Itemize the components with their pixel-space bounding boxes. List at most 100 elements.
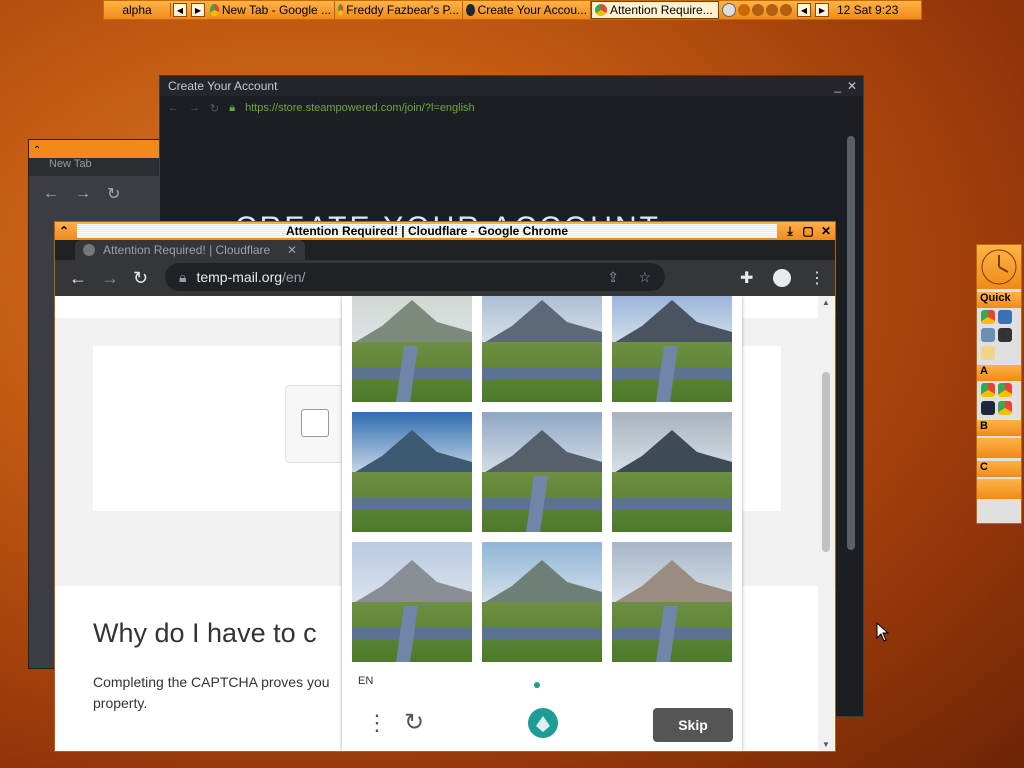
captcha-image-tile[interactable]: [482, 542, 602, 662]
forward-icon[interactable]: →: [75, 185, 91, 203]
shade-icon[interactable]: ⌃: [56, 223, 72, 239]
quick-row: [977, 326, 1021, 344]
hcaptcha-logo-icon: [526, 706, 560, 740]
back-icon[interactable]: ←: [168, 102, 179, 114]
next-workspace-button[interactable]: ▶: [191, 3, 205, 17]
maximize-icon[interactable]: ▢: [800, 223, 816, 239]
chrome-icon[interactable]: [998, 383, 1012, 397]
forward-icon[interactable]: →: [101, 268, 119, 289]
task-attention[interactable]: Attention Require...: [591, 1, 719, 19]
group-b-header: B: [977, 420, 1021, 436]
menu-icon[interactable]: ⋮: [809, 268, 825, 288]
newtab-toolbar: ← → ↻: [29, 176, 159, 212]
task-steam[interactable]: Create Your Accou...: [463, 1, 591, 19]
system-tray: [719, 3, 795, 17]
refresh-icon[interactable]: ↻: [404, 708, 424, 737]
completing-text: Completing the CAPTCHA proves you proper…: [93, 672, 353, 714]
close-icon[interactable]: ✕: [818, 223, 834, 239]
tab-label: Attention Required! | Cloudflare: [103, 243, 271, 257]
reload-icon[interactable]: ↻: [210, 102, 219, 115]
why-heading: Why do I have to c: [93, 618, 317, 648]
newtab-titlebar[interactable]: ⌃: [29, 140, 159, 158]
captcha-image-tile[interactable]: [482, 412, 602, 532]
reload-icon[interactable]: ↻: [133, 268, 148, 289]
minimize-icon[interactable]: ⤓: [782, 223, 798, 239]
minimize-icon[interactable]: _: [834, 76, 841, 96]
chrome-icon[interactable]: [998, 401, 1012, 415]
forward-icon[interactable]: →: [189, 102, 200, 114]
url-domain: temp-mail.org: [196, 269, 283, 285]
captcha-image-tile[interactable]: [612, 296, 732, 402]
captcha-image-tile[interactable]: [352, 412, 472, 532]
workspace-label[interactable]: alpha: [104, 3, 171, 17]
bookmark-star-icon[interactable]: ☆: [638, 269, 651, 286]
chrome-icon: [595, 4, 607, 16]
network-icon[interactable]: [752, 4, 764, 16]
quick-row: [977, 308, 1021, 326]
scroll-up-icon[interactable]: ▲: [822, 298, 830, 307]
steam-title[interactable]: Create Your Account _ ✕: [160, 76, 863, 96]
scrollbar-thumb[interactable]: [822, 372, 830, 552]
omnibox[interactable]: 🔒︎ temp-mail.org/en/ ⇪ ☆: [165, 263, 665, 291]
browser-icon[interactable]: [998, 310, 1012, 324]
page-content: Why do I have to c Completing the CAPTCH…: [55, 296, 835, 751]
captcha-image-tile[interactable]: [482, 296, 602, 402]
task-freddy[interactable]: Freddy Fazbear's P...: [335, 1, 463, 19]
group-a-row: [977, 399, 1021, 417]
profile-icon[interactable]: [773, 269, 791, 287]
task-label: Create Your Accou...: [477, 3, 587, 17]
mouse-pointer-icon: [876, 622, 890, 642]
steam-icon[interactable]: [981, 401, 995, 415]
skip-button[interactable]: Skip: [653, 708, 733, 742]
lock-icon: 🔒︎: [179, 268, 187, 285]
chrome-icon: [210, 4, 219, 16]
power-icon[interactable]: [780, 4, 792, 16]
captcha-image-tile[interactable]: [352, 296, 472, 402]
steam-scrollbar[interactable]: [847, 136, 855, 550]
tab-attention[interactable]: Attention Required! | Cloudflare ✕: [75, 240, 305, 260]
folder-icon[interactable]: [981, 346, 995, 360]
captcha-checkbox[interactable]: [301, 409, 329, 437]
progress-dot: [534, 682, 540, 688]
quick-header: Quick: [977, 292, 1021, 308]
chrome-titlebar[interactable]: ⌃ Attention Required! | Cloudflare - Goo…: [55, 222, 835, 240]
captcha-image-tile[interactable]: [352, 542, 472, 662]
chrome-icon[interactable]: [981, 310, 995, 324]
chrome-title: Attention Required! | Cloudflare - Googl…: [77, 224, 777, 238]
menu-icon[interactable]: ⋮: [366, 710, 388, 736]
close-icon[interactable]: ✕: [847, 76, 857, 96]
taskbar-clock[interactable]: 12 Sat 9:23: [831, 3, 898, 17]
captcha-image-tile[interactable]: [612, 412, 732, 532]
loading-icon: [83, 244, 95, 256]
tray-next-button[interactable]: ▶: [815, 3, 829, 17]
page-scrollbar[interactable]: ▲ ▼: [818, 296, 834, 751]
reload-icon[interactable]: ↻: [107, 184, 120, 204]
taskbar: alpha ◀ ▶ New Tab - Google ... Freddy Fa…: [103, 0, 922, 20]
back-icon[interactable]: ←: [43, 185, 59, 203]
quick-row: [977, 344, 1021, 362]
task-newtab[interactable]: New Tab - Google ...: [207, 1, 335, 19]
scroll-down-icon[interactable]: ▼: [822, 740, 830, 749]
image-icon[interactable]: [981, 328, 995, 342]
display-icon[interactable]: [766, 4, 778, 16]
prev-workspace-button[interactable]: ◀: [173, 3, 187, 17]
task-label: Freddy Fazbear's P...: [346, 3, 459, 17]
back-icon[interactable]: ←: [69, 268, 87, 289]
chrome-icon: [338, 4, 344, 16]
share-icon[interactable]: ⇪: [607, 269, 619, 286]
terminal-icon[interactable]: [998, 328, 1012, 342]
steam-url[interactable]: https://store.steampowered.com/join/?l=e…: [245, 102, 475, 114]
newtab-tab[interactable]: New Tab: [29, 158, 159, 176]
chrome-icon[interactable]: [981, 383, 995, 397]
extensions-icon[interactable]: ✚: [740, 268, 753, 288]
tray-prev-button[interactable]: ◀: [797, 3, 811, 17]
steam-urlbar: ← → ↻ 🔒︎ https://store.steampowered.com/…: [160, 96, 863, 120]
tab-close-icon[interactable]: ✕: [287, 243, 297, 257]
volume-icon[interactable]: [738, 4, 750, 16]
group-c-slot[interactable]: [977, 479, 1021, 499]
captcha-image-tile[interactable]: [612, 542, 732, 662]
analog-clock[interactable]: [977, 245, 1021, 289]
settings-icon[interactable]: [722, 3, 736, 17]
group-b-slot[interactable]: [977, 438, 1021, 458]
language-selector[interactable]: EN: [358, 675, 373, 687]
